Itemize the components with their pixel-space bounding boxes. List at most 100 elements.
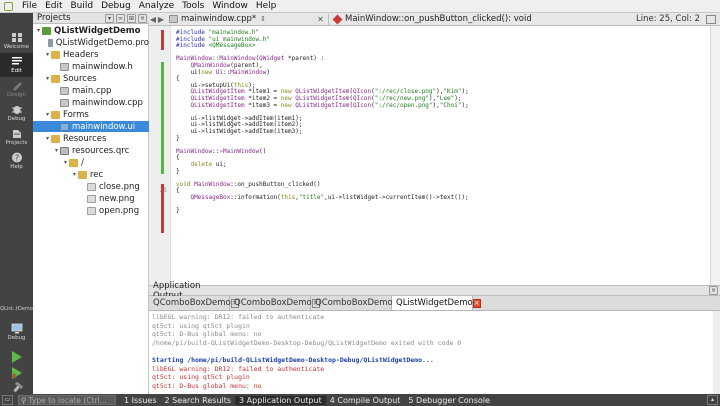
code-line: QMessageBox::information(this,"title",ui…: [190, 194, 469, 201]
menu-help[interactable]: Help: [252, 0, 281, 12]
tree-item-label: Resources: [63, 133, 107, 144]
tree-item-label: /: [81, 157, 84, 168]
tree-item-label: main.cpp: [72, 85, 112, 96]
tree-item-label: resources.qrc: [72, 145, 130, 156]
tree-item[interactable]: ▾ Resources: [33, 133, 149, 144]
open-file-selector[interactable]: mainwindow.cpp* ⇕ ✕: [165, 14, 325, 24]
toggle-output-icon[interactable]: ▴: [707, 395, 718, 405]
function-icon: [332, 14, 343, 24]
close-output-icon[interactable]: ×: [709, 286, 718, 295]
kit-selector-button[interactable]: Debug: [0, 320, 33, 344]
tree-item[interactable]: mainwindow.ui: [33, 121, 149, 132]
expand-arrow-icon[interactable]: ▾: [35, 27, 42, 34]
output-line: /home/pi/build-QListWidgetDemo-Desktop-D…: [152, 338, 462, 347]
tree-item[interactable]: ▾ /: [33, 157, 149, 168]
edit-icon: [11, 57, 22, 65]
code-editor[interactable]: #include "mainwindow.h" #include "ui_main…: [171, 26, 710, 285]
locator-input[interactable]: ⚲ Type to locate (Ctrl...: [18, 395, 116, 405]
output-pane-button[interactable]: 1 Issues: [120, 396, 161, 405]
close-tab-icon[interactable]: ×: [472, 298, 481, 308]
tree-item[interactable]: ▾ QListWidgetDemo: [33, 25, 149, 36]
mode-label: Projects: [5, 140, 28, 146]
menu-window[interactable]: Window: [208, 0, 252, 12]
output-tab[interactable]: QListWidgetDemo ×: [392, 296, 481, 310]
debug-run-button[interactable]: [10, 366, 23, 380]
folder-icon: [51, 134, 60, 143]
expand-arrow-icon[interactable]: ▾: [44, 135, 51, 142]
code-line: }: [176, 134, 180, 142]
tree-item[interactable]: main.cpp: [33, 85, 149, 96]
tree-item[interactable]: ▾ Forms: [33, 109, 149, 120]
mode-design[interactable]: Design: [0, 77, 33, 101]
menu-analyze[interactable]: Analyze: [135, 0, 178, 12]
filter-icon[interactable]: ▾: [105, 13, 114, 23]
close-file-icon[interactable]: ✕: [316, 15, 325, 24]
tree-item[interactable]: close.png: [33, 181, 149, 192]
output-tab[interactable]: QComboBoxDemo×: [311, 296, 401, 310]
editor-toolbar: ◀ ▶ mainwindow.cpp* ⇕ ✕ MainWindow::on_p…: [149, 13, 720, 26]
menu-debug[interactable]: Debug: [97, 0, 135, 12]
tree-item-label: QListWidgetDemo.pro: [55, 37, 149, 48]
folder-icon: [78, 170, 87, 179]
tree-item[interactable]: ▾ Headers: [33, 49, 149, 60]
svg-text:?: ?: [14, 154, 18, 163]
output-tab-label: QListWidgetDemo: [396, 298, 473, 308]
output-pane-button[interactable]: 3 Application Output: [235, 395, 326, 405]
expand-arrow-icon[interactable]: ▾: [71, 171, 78, 178]
tree-item[interactable]: mainwindow.h: [33, 61, 149, 72]
run-button[interactable]: [10, 350, 23, 364]
tree-item[interactable]: ▾ rec: [33, 169, 149, 180]
output-tab[interactable]: QComboBoxDemo×: [230, 296, 320, 310]
folder-icon: [51, 74, 60, 83]
line-number: 25: [149, 188, 167, 195]
open-file-name: mainwindow.cpp*: [181, 14, 257, 24]
output-pane-button[interactable]: 2 Search Results: [161, 396, 236, 405]
output-scrollbar[interactable]: [713, 311, 720, 394]
menu-file[interactable]: File: [18, 0, 41, 12]
code-line: QListWidgetItem *item3 = new QListWidget…: [190, 101, 469, 109]
split-editor-icon[interactable]: [706, 14, 716, 24]
forward-arrow-icon[interactable]: ▶: [157, 15, 165, 24]
tree-item[interactable]: open.png: [33, 205, 149, 216]
projects-pane-title[interactable]: Projects: [33, 13, 105, 23]
back-arrow-icon[interactable]: ◀: [149, 15, 157, 24]
tree-item[interactable]: new.png: [33, 193, 149, 204]
symbol-selector[interactable]: MainWindow::on_pushButton_clicked(): voi…: [332, 14, 616, 24]
tree-item[interactable]: mainwindow.cpp: [33, 97, 149, 108]
split-icon[interactable]: ⊞: [127, 13, 136, 23]
tree-item-label: new.png: [99, 193, 135, 204]
design-icon: [12, 82, 22, 91]
output-line: qt5ct: D-Bus global menu: no: [152, 381, 262, 390]
tree-item[interactable]: ▾ resources.qrc: [33, 145, 149, 156]
code-line: MainWindow::~MainWindow(): [176, 147, 267, 155]
expand-arrow-icon[interactable]: ▾: [62, 159, 69, 166]
output-tab-label: QComboBoxDemo: [315, 298, 393, 308]
expand-arrow-icon[interactable]: ▾: [44, 51, 51, 58]
output-pane-button[interactable]: 5 Debugger Console: [404, 396, 494, 405]
expand-arrow-icon[interactable]: ▾: [44, 75, 51, 82]
dropdown-arrow-icon: ⇕: [260, 15, 266, 23]
close-pane-icon[interactable]: ×: [138, 13, 147, 23]
mode-help[interactable]: ? Help: [0, 149, 33, 173]
expand-arrow-icon[interactable]: ▾: [53, 147, 60, 154]
code-line: ui->listWidget->addItem(item3);: [176, 128, 303, 135]
kit-project-label: QList..tDemo: [0, 306, 33, 312]
code-line: delete ui;: [190, 161, 227, 168]
mode-welcome[interactable]: Welcome: [0, 29, 33, 53]
mode-edit[interactable]: Edit: [0, 53, 33, 77]
tree-item[interactable]: ▾ Sources: [33, 73, 149, 84]
menu-tools[interactable]: Tools: [178, 0, 208, 12]
menu-build[interactable]: Build: [67, 0, 98, 12]
toggle-sidebar-icon[interactable]: ▭: [2, 395, 13, 405]
expand-arrow-icon[interactable]: ▾: [44, 111, 51, 118]
editor-scrollbar[interactable]: [710, 26, 720, 285]
code-line: #include <QMessageBox>: [176, 42, 256, 50]
mode-projects[interactable]: Projects: [0, 125, 33, 149]
link-icon[interactable]: ∞: [116, 13, 125, 23]
output-tab[interactable]: QComboBoxDemo×: [149, 296, 239, 310]
tree-item-label: close.png: [99, 181, 140, 192]
tree-item[interactable]: QListWidgetDemo.pro: [33, 37, 149, 48]
menu-edit[interactable]: Edit: [41, 0, 66, 12]
output-pane-button[interactable]: 4 Compile Output: [326, 396, 405, 405]
mode-debug[interactable]: Debug: [0, 101, 33, 125]
